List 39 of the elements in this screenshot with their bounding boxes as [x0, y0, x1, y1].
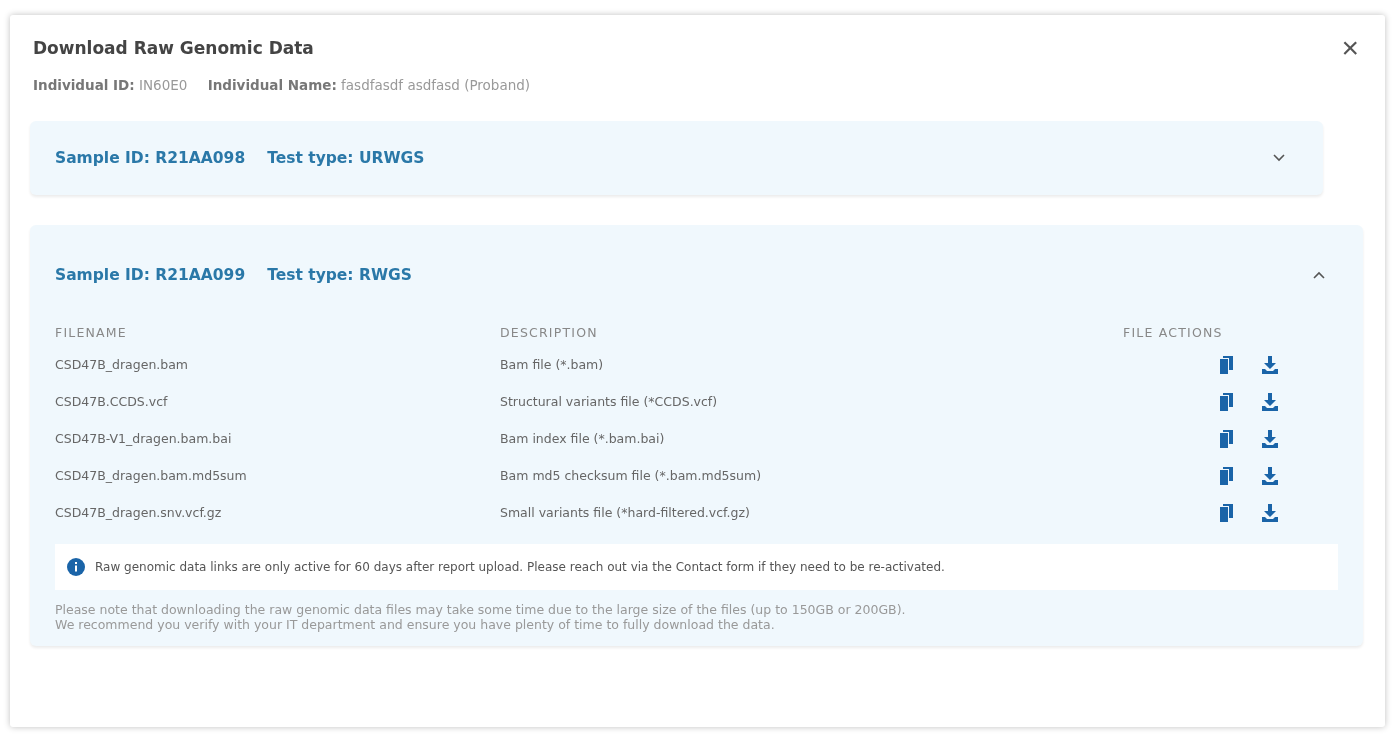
- filename-cell-text: CSD47B-V1_dragen.bam.bai: [55, 430, 233, 448]
- column-header: DESCRIPTION: [500, 325, 599, 342]
- individual-id: IN60E0: [139, 77, 188, 93]
- download-icon[interactable]: [1261, 466, 1279, 486]
- close-button[interactable]: ×: [1337, 33, 1363, 63]
- chevron-down-icon[interactable]: [1273, 154, 1285, 162]
- info-icon: [67, 558, 85, 576]
- filename-cell-text: CSD47B_dragen.snv.vcf.gz: [55, 504, 223, 522]
- description-cell-text: Structural variants file (*CCDS.vcf): [500, 393, 719, 411]
- individual-name: fasdfasdf asdfasd (Proband): [341, 77, 531, 93]
- sample-id[interactable]: Sample ID: R21AA098: [55, 149, 246, 167]
- dialog-title: Download Raw Genomic Data: [33, 38, 314, 58]
- download-icon[interactable]: [1261, 355, 1279, 375]
- note-text: We recommend you verify with your IT department and ensure you have plenty of time to fully download the data.: [55, 617, 776, 632]
- individual-name-label: Individual Name:: [207, 77, 337, 93]
- description-cell-text: Bam file (*.bam): [500, 356, 605, 374]
- info-text: Raw genomic data links are only active for 60 days after report upload. Please reach out via the Contact form if they need to be re-activated.: [95, 560, 945, 574]
- copy-icon[interactable]: [1219, 355, 1235, 375]
- download-icon[interactable]: [1261, 429, 1279, 449]
- copy-icon[interactable]: [1219, 429, 1235, 449]
- test-type[interactable]: Test type: URWGS: [267, 149, 425, 167]
- individual-id-label: Individual ID:: [33, 77, 135, 93]
- test-type[interactable]: Test type: RWGS: [267, 266, 412, 284]
- note-text: Please note that downloading the raw genomic data files may take some time due to the large size of the files (up to 150GB or 200GB).: [55, 602, 907, 617]
- column-header: FILE ACTIONS: [1123, 325, 1224, 342]
- download-icon[interactable]: [1261, 503, 1279, 523]
- sample-id[interactable]: Sample ID: R21AA099: [55, 266, 246, 284]
- description-cell-text: Bam md5 checksum file (*.bam.md5sum): [500, 467, 762, 485]
- description-cell-text: Small variants file (*hard-filtered.vcf.gz): [500, 504, 751, 522]
- filename-cell-text: CSD47B_dragen.bam.md5sum: [55, 467, 248, 485]
- description-cell-text: Bam index file (*.bam.bai): [500, 430, 666, 448]
- copy-icon[interactable]: [1219, 392, 1235, 412]
- column-header: FILENAME: [55, 325, 128, 342]
- download-icon[interactable]: [1261, 392, 1279, 412]
- filename-cell-text: CSD47B.CCDS.vcf: [55, 393, 169, 411]
- copy-icon[interactable]: [1219, 503, 1235, 523]
- filename-cell-text: CSD47B_dragen.bam: [55, 356, 190, 374]
- chevron-up-icon[interactable]: [1313, 271, 1325, 279]
- copy-icon[interactable]: [1219, 466, 1235, 486]
